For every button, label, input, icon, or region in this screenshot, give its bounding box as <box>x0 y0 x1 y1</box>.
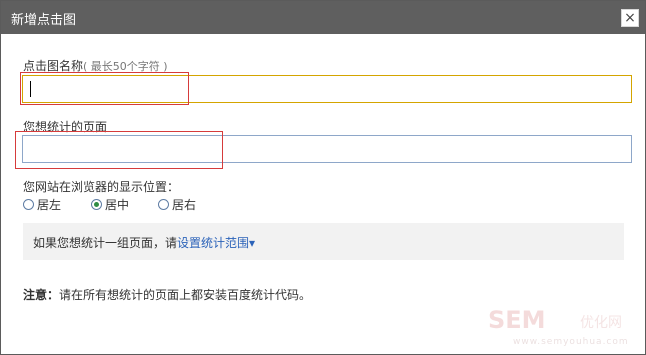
dialog-title: 新增点击图 <box>11 13 77 28</box>
dialog: 新增点击图 × 点击图名称( 最长50个字符 ) 您想统计的页面 您网站在浏览器… <box>0 0 646 355</box>
radio-right-label: 居右 <box>172 198 197 212</box>
name-label: 点击图名称 <box>23 59 84 73</box>
note-text: 请在所有想统计的页面上都安装百度统计代码。 <box>59 288 312 302</box>
info-text: 如果您想统计一组页面，请 <box>33 236 178 250</box>
note-prefix: 注意： <box>23 288 60 302</box>
close-icon[interactable]: × <box>621 9 639 27</box>
annotation-box <box>15 131 223 169</box>
radio-left[interactable]: 居左 <box>23 196 61 213</box>
radio-right[interactable]: 居右 <box>158 196 196 213</box>
info-bar: 如果您想统计一组页面，请设置统计范围▾ <box>23 223 624 260</box>
dialog-body: 点击图名称( 最长50个字符 ) 您想统计的页面 您网站在浏览器的显示位置： 居… <box>1 34 645 354</box>
radio-left-label: 居左 <box>37 198 62 212</box>
watermark: SEM 优化网 www.semyouhua.com <box>488 306 640 349</box>
radio-center-label: 居中 <box>105 198 130 212</box>
watermark-side: 优化网 <box>580 315 622 331</box>
radio-unselected-icon <box>23 199 34 210</box>
position-radio-group: 居左 居中 居右 <box>23 196 323 216</box>
set-range-link[interactable]: 设置统计范围 <box>177 236 249 250</box>
annotation-box <box>20 72 189 105</box>
position-label: 您网站在浏览器的显示位置： <box>23 180 180 194</box>
watermark-main: SEM <box>488 306 546 334</box>
watermark-sub: www.semyouhua.com <box>513 337 629 347</box>
radio-unselected-icon <box>158 199 169 210</box>
chevron-down-icon[interactable]: ▾ <box>249 236 255 250</box>
dialog-titlebar: 新增点击图 × <box>1 1 645 34</box>
info-text-row: 如果您想统计一组页面，请设置统计范围▾ <box>33 234 255 251</box>
note-row: 注意：请在所有想统计的页面上都安装百度统计代码。 <box>23 286 311 303</box>
radio-selected-icon <box>91 199 102 210</box>
radio-center[interactable]: 居中 <box>91 196 129 213</box>
